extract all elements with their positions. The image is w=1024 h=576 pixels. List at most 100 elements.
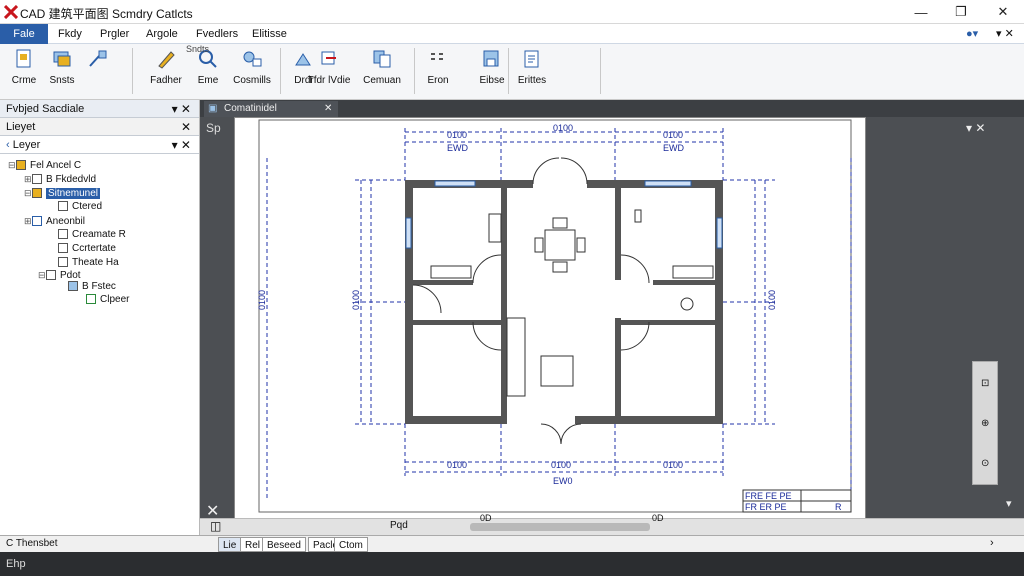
door-room-b bbox=[620, 254, 650, 284]
file-icon bbox=[32, 174, 42, 185]
ribbon-button-snsts[interactable]: Snsts bbox=[42, 46, 82, 90]
command-line[interactable]: C Thensbet bbox=[0, 535, 200, 552]
wall-left bbox=[405, 180, 413, 424]
chair bbox=[552, 261, 568, 273]
ribbon-button-cosmills[interactable]: Cosmills bbox=[230, 46, 274, 90]
ribbon-separator bbox=[280, 48, 281, 94]
ribbon-small-tools[interactable] bbox=[80, 46, 116, 90]
minimize-button[interactable]: — bbox=[906, 2, 936, 22]
tree-item[interactable]: ⊞ Aneonbil bbox=[24, 214, 85, 228]
window-top-left bbox=[434, 180, 476, 187]
nav-orbit-icon[interactable]: ⊙ bbox=[981, 458, 989, 469]
ribbon-button-crme[interactable]: Crme bbox=[4, 46, 44, 90]
dim-label: EW0 bbox=[553, 476, 573, 486]
scroll-down-icon[interactable]: ▾ bbox=[1006, 497, 1012, 510]
copy-icon bbox=[373, 50, 391, 68]
dim-label: 0100 bbox=[551, 460, 571, 470]
title-block-text: R bbox=[835, 502, 842, 512]
ribbon-button-cemuan[interactable]: Cemuan bbox=[354, 46, 410, 90]
sink-unit bbox=[488, 213, 502, 243]
nav-pan-icon[interactable]: ⊡ bbox=[981, 378, 989, 389]
close-button[interactable]: ✕ bbox=[988, 2, 1018, 22]
panel-pin-close-icon[interactable]: ▾ ✕ bbox=[172, 100, 191, 118]
tab-comatinidel[interactable]: ▣ Comatinidel ✕ bbox=[204, 101, 338, 117]
tools-icon bbox=[89, 50, 107, 67]
tree-item[interactable]: Ctered bbox=[58, 200, 102, 214]
move-icon bbox=[321, 51, 336, 65]
door-room-c bbox=[472, 321, 502, 351]
tree-item[interactable]: ⊟ Fel Ancel C bbox=[8, 158, 81, 172]
file-icon bbox=[58, 201, 68, 212]
ribbon-button-tfdr[interactable]: Tfdr lVdie bbox=[308, 46, 350, 90]
fixture bbox=[634, 209, 642, 223]
drawing-sheet[interactable]: 0100 EWD 0100 0100 EWD 0100 0100 0100 EW… bbox=[234, 117, 866, 521]
dim-label: EWD bbox=[447, 143, 468, 153]
subpanel-close-icon[interactable]: ✕ bbox=[181, 118, 191, 136]
dim-label: 0100 bbox=[257, 290, 267, 310]
tree-item-selected[interactable]: ⊟ Sitnemunel bbox=[24, 186, 101, 200]
tab-close-icon[interactable]: ✕ bbox=[324, 101, 332, 116]
dim-outer bbox=[266, 158, 852, 498]
subpanel-header: Lieyet ✕ bbox=[0, 118, 199, 136]
app-logo-icon bbox=[4, 5, 18, 19]
dim-label: EWD bbox=[663, 143, 684, 153]
file-icon bbox=[58, 229, 68, 240]
folder-icon bbox=[16, 160, 26, 171]
drawing-viewport[interactable]: Sp ✕ 0100 EWD 0100 0100 EWD 0100 0100 01… bbox=[200, 117, 1024, 535]
doors bbox=[412, 157, 650, 445]
tab-lie[interactable]: Lie bbox=[218, 537, 242, 552]
layer-filter[interactable]: ‹ Leyer ▾ ✕ bbox=[0, 136, 199, 154]
dimension-lines bbox=[266, 128, 852, 498]
filter-arrow-icon: ‹ bbox=[6, 139, 13, 151]
layers-icon bbox=[53, 51, 71, 67]
door-back-left bbox=[540, 423, 562, 445]
horizontal-scrollbar[interactable]: ◫ Pqd 0D 0D bbox=[200, 513, 1024, 535]
tree-item[interactable]: Ccrtertate bbox=[58, 242, 116, 256]
door-back-right bbox=[560, 423, 582, 445]
tree-item[interactable]: Clpeer bbox=[86, 293, 129, 307]
menu-elitisse[interactable]: Elitisse bbox=[244, 24, 295, 44]
sheet-border bbox=[258, 119, 852, 513]
new-file-icon bbox=[16, 49, 31, 68]
ribbon-separator bbox=[414, 48, 415, 94]
maximize-button[interactable]: ❐ bbox=[946, 2, 976, 22]
layout-scroll-right-icon[interactable]: › bbox=[990, 537, 994, 549]
help-icon[interactable]: ●▾ bbox=[958, 24, 986, 44]
ribbon-separator bbox=[132, 48, 133, 94]
menu-prgler[interactable]: Prgler bbox=[92, 24, 137, 44]
print-icon bbox=[524, 50, 539, 68]
tree-item[interactable]: B Fstec bbox=[68, 280, 116, 294]
menu-file[interactable]: Fale bbox=[0, 24, 48, 44]
panel-title: Fvbjed Sacdiale bbox=[6, 103, 85, 115]
tab-beseed[interactable]: Beseed bbox=[262, 537, 306, 552]
wall-right bbox=[715, 180, 723, 424]
dim-label: 0100 bbox=[663, 130, 683, 140]
tree-item[interactable]: ⊞ B Fkdedvld bbox=[24, 172, 96, 186]
layer-icon bbox=[68, 281, 78, 292]
ribbon-button-fadher[interactable]: Fadher bbox=[146, 46, 186, 90]
navigation-bar[interactable]: ⊡ ⊕ ⊙ bbox=[972, 361, 998, 485]
scrollbar-thumb[interactable] bbox=[470, 523, 650, 531]
ribbon-button-eron[interactable]: Eron bbox=[418, 46, 458, 90]
ribbon-button-eibse[interactable]: Eibse bbox=[472, 46, 512, 90]
nav-zoom-icon[interactable]: ⊕ bbox=[981, 418, 989, 429]
ribbon-toggle-icon[interactable]: ▾ ✕ bbox=[988, 24, 1022, 44]
viewport-label: Sp bbox=[206, 121, 221, 135]
menu-fkdy[interactable]: Fkdy bbox=[50, 24, 90, 44]
wall-mid-left-b bbox=[413, 320, 501, 325]
tab-ctom[interactable]: Ctom bbox=[334, 537, 368, 552]
filter-dropdown-icon[interactable]: ▾ ✕ bbox=[172, 136, 191, 154]
dock-close-icon[interactable]: ▾ ✕ bbox=[966, 121, 985, 135]
drawing-tab-icon: ▣ bbox=[208, 103, 218, 114]
file-icon bbox=[46, 270, 56, 281]
layer-filter-label: Leyer bbox=[12, 139, 41, 151]
title-block-text: FR ER PE bbox=[745, 502, 787, 512]
wall-inner-right-bottom bbox=[615, 318, 621, 424]
save-icon bbox=[483, 50, 499, 67]
menu-argole[interactable]: Argole bbox=[138, 24, 186, 44]
tree-item[interactable]: Creamate R bbox=[58, 228, 126, 242]
ribbon-button-erittes[interactable]: Erittes bbox=[512, 46, 552, 90]
dim-left bbox=[355, 179, 405, 425]
sheet-nav-icon[interactable]: ◫ bbox=[210, 519, 221, 533]
menu-fvedlers[interactable]: Fvedlers bbox=[188, 24, 246, 44]
